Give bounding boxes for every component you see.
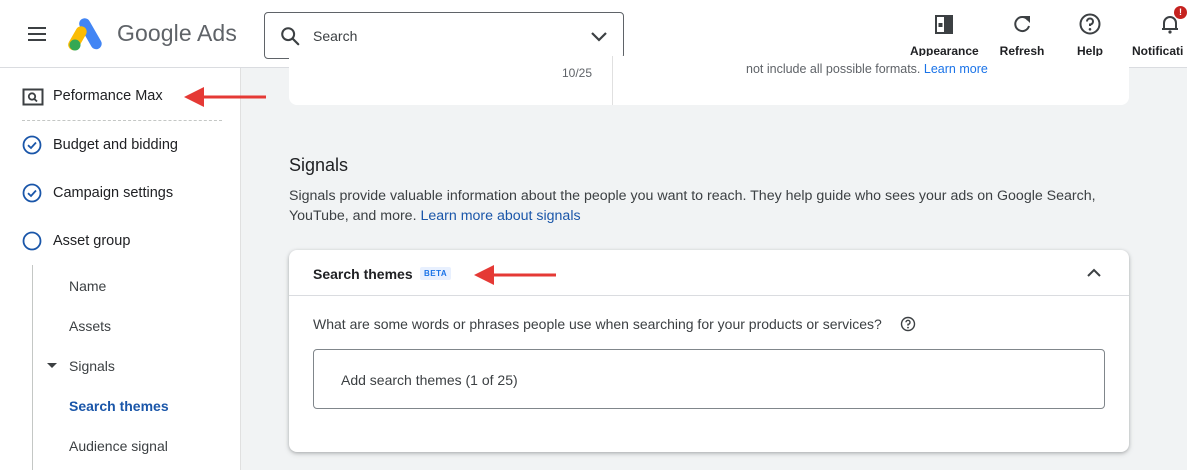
- sidebar-item-name[interactable]: Name: [69, 278, 106, 294]
- step-label: Asset group: [53, 233, 131, 249]
- sidebar-tree-line: [32, 265, 33, 470]
- format-note-text: not include all possible formats.: [746, 62, 921, 76]
- campaign-type-label: Peformance Max: [53, 88, 163, 104]
- search-themes-question: What are some words or phrases people us…: [313, 316, 882, 332]
- search-themes-header[interactable]: Search themes BETA: [289, 250, 1129, 296]
- empty-circle-icon: [22, 231, 42, 251]
- format-note: not include all possible formats. Learn …: [746, 62, 988, 76]
- help-circle-icon[interactable]: [900, 316, 916, 332]
- search-themes-card: Search themes BETA What are some words o…: [289, 250, 1129, 452]
- hamburger-menu-icon[interactable]: [28, 22, 54, 48]
- help-button[interactable]: Help: [1070, 12, 1110, 62]
- brand-name: Google Ads: [117, 20, 237, 46]
- check-circle-icon: [22, 135, 42, 155]
- signals-description: Signals provide valuable information abo…: [289, 186, 1119, 226]
- search-input[interactable]: Search: [264, 12, 624, 59]
- assets-card-fragment: 10/25 not include all possible formats. …: [289, 56, 1129, 105]
- refresh-button[interactable]: Refresh: [996, 12, 1048, 62]
- step-label: Campaign settings: [53, 185, 174, 201]
- annotation-arrow-icon: [184, 87, 266, 107]
- check-circle-icon: [22, 183, 42, 203]
- sidebar-item-search-themes[interactable]: Search themes: [69, 398, 169, 414]
- card-divider: [612, 56, 613, 105]
- signals-description-text: Signals provide valuable information abo…: [289, 188, 1096, 224]
- appearance-button[interactable]: Appearance: [910, 12, 979, 62]
- expand-arrow-icon[interactable]: [47, 363, 57, 368]
- learn-more-link[interactable]: Learn more: [924, 62, 988, 76]
- notification-badge: !: [1174, 6, 1187, 19]
- appearance-icon: [935, 15, 953, 34]
- character-counter: 10/25: [562, 66, 593, 80]
- step-label: Budget and bidding: [53, 137, 178, 153]
- sidebar-item-audience-signal[interactable]: Audience signal: [69, 438, 168, 454]
- sidebar-item-signals[interactable]: Signals: [69, 358, 115, 374]
- help-icon: [1079, 13, 1101, 35]
- refresh-icon: [1014, 16, 1030, 33]
- chevron-down-icon[interactable]: [589, 26, 609, 46]
- performance-max-icon: [22, 88, 44, 106]
- beta-badge: BETA: [420, 267, 452, 280]
- search-themes-title: Search themes: [313, 266, 413, 282]
- learn-more-signals-link[interactable]: Learn more about signals: [420, 208, 580, 224]
- search-themes-placeholder: Add search themes (1 of 25): [341, 372, 518, 388]
- notifications-label: Notificati: [1132, 44, 1184, 58]
- chevron-up-icon[interactable]: [1085, 264, 1103, 282]
- search-placeholder: Search: [313, 28, 358, 44]
- annotation-arrow-icon: [474, 265, 556, 285]
- signals-heading: Signals: [289, 155, 349, 175]
- google-ads-logo: [68, 18, 102, 51]
- search-icon: [281, 27, 300, 46]
- search-themes-input[interactable]: Add search themes (1 of 25): [313, 349, 1105, 409]
- sidebar-item-assets[interactable]: Assets: [69, 318, 111, 334]
- sidebar: Peformance Max Budget and bidding Campai…: [0, 68, 241, 470]
- notifications-button[interactable]: Notificati: [1132, 12, 1187, 62]
- sidebar-divider: [22, 120, 222, 121]
